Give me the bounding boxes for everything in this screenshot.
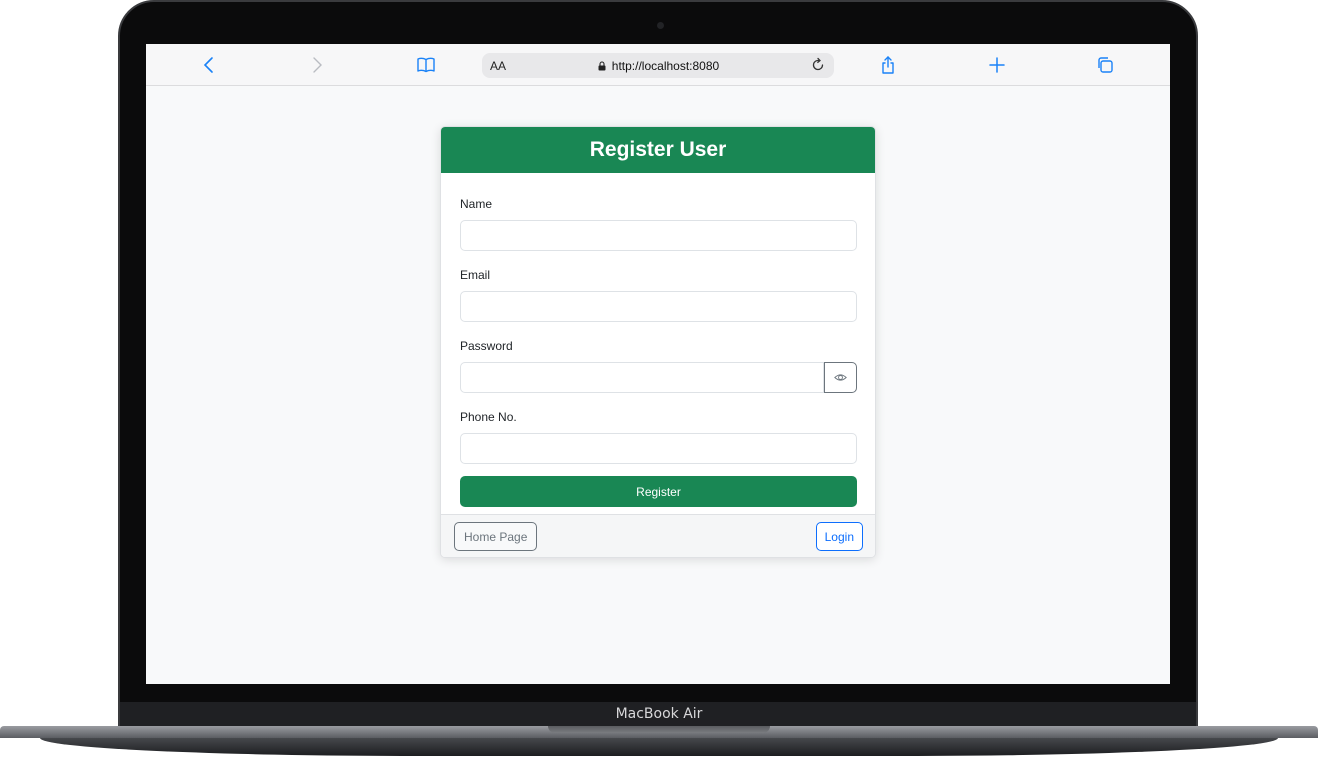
phone-label: Phone No. — [460, 410, 517, 424]
password-input[interactable] — [460, 362, 824, 393]
eye-icon — [834, 374, 847, 381]
chevron-left-icon[interactable] — [198, 54, 220, 76]
plus-icon[interactable] — [986, 54, 1008, 76]
reload-icon[interactable] — [810, 57, 826, 73]
book-icon[interactable] — [415, 54, 437, 76]
phone-input[interactable] — [460, 433, 857, 464]
lock-icon — [598, 61, 606, 71]
camera-icon — [657, 22, 664, 29]
tabs-icon[interactable] — [1094, 54, 1116, 76]
card-title: Register User — [441, 127, 875, 173]
register-button[interactable]: Register — [460, 476, 857, 507]
browser-toolbar: AA http://localhost:8080 — [146, 44, 1170, 86]
email-label: Email — [460, 268, 491, 282]
register-card: Register User Name Email Password Phone … — [440, 126, 876, 558]
base-bottom — [40, 738, 1278, 756]
password-group — [460, 362, 857, 393]
url-text: http://localhost:8080 — [611, 59, 720, 73]
email-input[interactable] — [460, 291, 857, 322]
name-input[interactable] — [460, 220, 857, 251]
laptop-base — [0, 726, 1318, 757]
toggle-password-button[interactable] — [824, 362, 857, 393]
device-label: MacBook Air — [615, 706, 703, 722]
base-notch — [548, 726, 770, 733]
address-bar[interactable]: AA http://localhost:8080 — [482, 53, 834, 78]
password-label: Password — [460, 339, 513, 353]
name-label: Name — [460, 197, 493, 211]
card-footer: Home Page Login — [441, 514, 875, 557]
share-icon[interactable] — [877, 54, 899, 76]
laptop-mockup: MacBook Air AA http://localhost:8080 Reg… — [0, 0, 1318, 757]
url-display: http://localhost:8080 — [482, 59, 834, 73]
home-page-button[interactable]: Home Page — [454, 522, 538, 551]
screen: AA http://localhost:8080 Register User N… — [146, 44, 1170, 684]
register-form: Name Email Password Phone No. Register — [441, 197, 875, 507]
login-button[interactable]: Login — [815, 522, 863, 551]
chevron-right-icon[interactable] — [306, 54, 328, 76]
